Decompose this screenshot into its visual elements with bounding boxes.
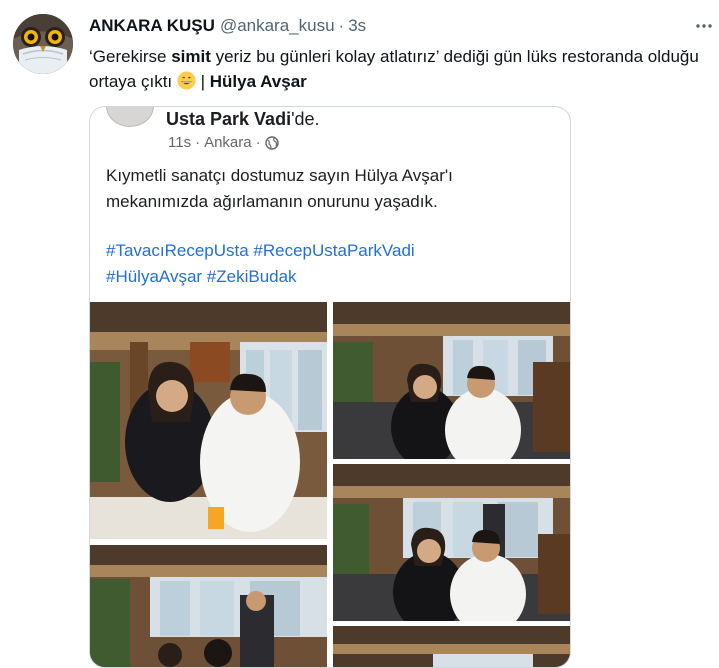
separator-dot: · [338,16,345,35]
photo-5[interactable] [333,626,570,667]
owl-avatar-image [13,14,73,74]
avatar[interactable] [13,14,73,74]
tweet-text-part3: | [195,72,210,91]
post-text: Kıymetli sanatçı dostumuz sayın Hülya Av… [106,163,556,215]
post-meta-separator: · [195,134,201,151]
post-meta-separator-2: · [255,134,261,151]
author-name[interactable]: ANKARA KUŞU [89,16,215,36]
grinning-face-emoji-icon [177,71,196,90]
restaurant-photo-image [90,545,327,667]
restaurant-photo-image [333,626,570,667]
photo-2[interactable] [333,302,570,459]
globe-icon [264,135,279,150]
post-place-name: Usta Park Vadi [166,109,292,129]
restaurant-photo-image [90,302,327,539]
post-location: Ankara [204,134,252,151]
photo-3[interactable] [333,464,570,621]
post-hashtags: #TavacıRecepUsta #RecepUstaParkVadi #Hül… [106,238,556,290]
post-author-avatar [106,107,154,127]
post-place-suffix: 'de. [291,109,320,129]
hashtags-line-2[interactable]: #HülyaAvşar #ZekiBudak [106,264,556,290]
tweet-header: ANKARA KUŞU @ankara_kusu · 3s [89,15,366,37]
post-place: Usta Park Vadi'de. [166,109,320,130]
more-horizontal-icon [696,24,712,28]
tweet-text-bold-simit: simit [171,47,211,66]
hashtags-line-1[interactable]: #TavacıRecepUsta #RecepUstaParkVadi [106,238,556,264]
tweet-text-part1: ‘Gerekirse [89,47,172,66]
tweet-text: ‘Gerekirse simit yeriz bu günleri kolay … [89,44,709,94]
more-options-button[interactable] [692,14,716,38]
photo-4[interactable] [90,545,327,667]
photo-1[interactable] [90,302,327,539]
tweet-time[interactable]: 3s [348,16,366,36]
post-time: 11s [168,134,192,151]
tweet[interactable]: ANKARA KUŞU @ankara_kusu · 3s ‘Gerekirse… [0,0,719,668]
restaurant-photo-image [333,302,570,459]
restaurant-photo-image [333,464,570,621]
post-meta: 11s · Ankara · [168,134,279,151]
post-text-line-1: Kıymetli sanatçı dostumuz sayın Hülya Av… [106,166,453,185]
author-handle[interactable]: @ankara_kusu [220,16,335,36]
embedded-image-card[interactable]: Usta Park Vadi'de. 11s · Ankara · Kıymet… [89,106,571,668]
tweet-text-bold-name: Hülya Avşar [209,72,307,91]
post-text-line-2: mekanımızda ağırlamanın onurunu yaşadık. [106,192,438,211]
